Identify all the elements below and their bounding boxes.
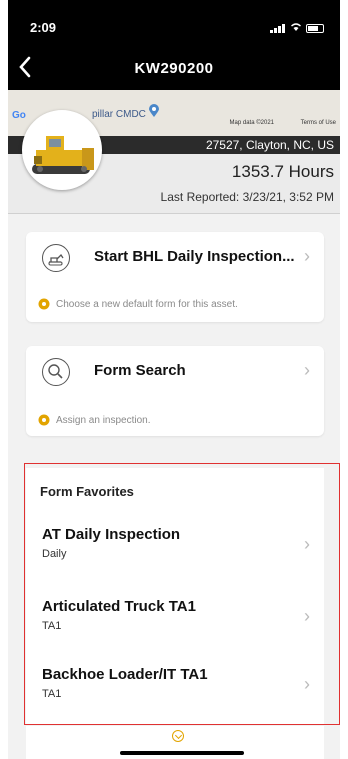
page-title: KW290200 — [134, 60, 214, 77]
home-indicator[interactable] — [120, 751, 244, 755]
search-hint[interactable]: Assign an inspection. — [38, 414, 151, 426]
asset-location: 27527, Clayton, NC, US — [205, 138, 334, 152]
asset-image — [22, 110, 102, 190]
start-inspection-label: Start BHL Daily Inspection... — [94, 248, 295, 265]
gear-icon — [38, 298, 50, 310]
map-terms-link[interactable]: Terms of Use — [301, 120, 336, 126]
last-reported: Last Reported: 3/23/21, 3:52 PM — [160, 190, 334, 204]
magnifier-icon — [42, 358, 70, 386]
battery-icon — [306, 23, 324, 33]
status-icons — [270, 22, 324, 34]
inspection-card: Start BHL Daily Inspection... › Choose a… — [26, 232, 324, 322]
asset-hours: 1353.7 Hours — [231, 162, 334, 181]
chevron-right-icon: › — [304, 246, 310, 266]
form-search-card: Form Search › Assign an inspection. — [26, 346, 324, 436]
gear-icon — [38, 414, 50, 426]
app-screen: 2:09 KW290200 Go pillar CMDC Map data ©2… — [8, 0, 340, 759]
google-logo: Go — [12, 110, 26, 121]
map-place-label: pillar CMDC — [92, 104, 159, 120]
chevron-right-icon: › — [304, 360, 310, 380]
status-time: 2:09 — [30, 20, 57, 35]
highlight-outline — [24, 463, 340, 725]
map-pin-icon — [148, 104, 159, 120]
chevron-down-icon[interactable] — [172, 730, 184, 742]
map-data-credit: Map data ©2021 — [229, 120, 274, 126]
excavator-icon — [42, 244, 70, 272]
wifi-icon — [290, 22, 302, 34]
top-bar: 2:09 KW290200 — [8, 0, 340, 90]
start-inspection-button[interactable]: Start BHL Daily Inspection... › — [26, 232, 324, 284]
form-search-button[interactable]: Form Search › — [26, 346, 324, 398]
signal-icon — [270, 23, 286, 33]
form-search-label: Form Search — [94, 362, 186, 379]
inspection-hint[interactable]: Choose a new default form for this asset… — [38, 298, 238, 310]
